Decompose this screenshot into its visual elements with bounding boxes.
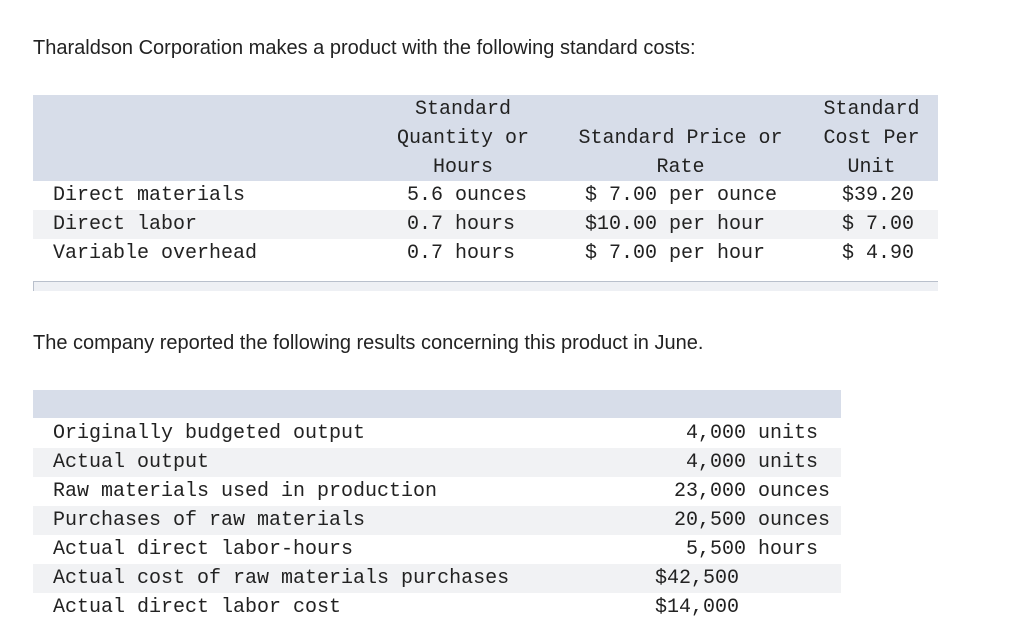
- row-cost: $39.20: [842, 184, 915, 207]
- table-footer-border: [33, 281, 938, 291]
- row-label: Purchases of raw materials: [53, 509, 366, 532]
- results-intro-text: The company reported the following resul…: [33, 332, 704, 354]
- row-quantity: 0.7 hours: [407, 213, 516, 236]
- row-value: 4,000 units: [686, 422, 819, 445]
- table-row: Actual direct labor cost $14,000: [33, 593, 841, 622]
- row-price: $10.00 per hour: [585, 213, 766, 236]
- row-label: Actual direct labor-hours: [53, 538, 354, 561]
- row-quantity: 0.7 hours: [407, 242, 516, 265]
- row-value: 20,500 ounces: [674, 509, 831, 532]
- header-quantity-line1: Standard: [414, 98, 511, 121]
- table-row: Direct materials 5.6 ounces $ 7.00 per o…: [33, 181, 938, 210]
- header-cost-line3: Unit: [847, 156, 896, 179]
- header-quantity-line3: Hours: [432, 156, 493, 179]
- row-item: Variable overhead: [53, 242, 258, 265]
- row-value: 5,500 hours: [686, 538, 819, 561]
- table-header: Standard Quantity or Hours Standard Pric…: [33, 95, 938, 181]
- table-header: [33, 390, 841, 418]
- standard-costs-table: Standard Quantity or Hours Standard Pric…: [33, 95, 938, 291]
- row-value: 4,000 units: [686, 451, 819, 474]
- row-quantity: 5.6 ounces: [407, 184, 528, 207]
- header-price-line1: Standard Price or: [578, 127, 783, 150]
- intro-text: Tharaldson Corporation makes a product w…: [33, 37, 696, 59]
- table-row: Purchases of raw materials 20,500 ounces: [33, 506, 841, 535]
- header-price-line2: Rate: [656, 156, 705, 179]
- row-label: Raw materials used in production: [53, 480, 438, 503]
- table-row: Raw materials used in production 23,000 …: [33, 477, 841, 506]
- row-value: $14,000: [655, 596, 740, 619]
- row-label: Originally budgeted output: [53, 422, 366, 445]
- row-cost: $ 4.90: [842, 242, 915, 265]
- row-label: Actual direct labor cost: [53, 596, 342, 619]
- table-row: Actual cost of raw materials purchases $…: [33, 564, 841, 593]
- header-quantity-line2: Quantity or: [396, 127, 530, 150]
- table-row: Variable overhead 0.7 hours $ 7.00 per h…: [33, 239, 938, 268]
- row-item: Direct materials: [53, 184, 246, 207]
- june-results-table: Originally budgeted output 4,000 units A…: [33, 390, 841, 622]
- row-cost: $ 7.00: [842, 213, 915, 236]
- row-item: Direct labor: [53, 213, 198, 236]
- row-value: $42,500: [655, 567, 740, 590]
- row-price: $ 7.00 per ounce: [585, 184, 778, 207]
- table-row: Actual direct labor-hours 5,500 hours: [33, 535, 841, 564]
- table-row: Originally budgeted output 4,000 units: [33, 419, 841, 448]
- row-label: Actual cost of raw materials purchases: [53, 567, 510, 590]
- row-value: 23,000 ounces: [674, 480, 831, 503]
- table-row: Direct labor 0.7 hours $10.00 per hour $…: [33, 210, 938, 239]
- header-cost-line1: Standard: [823, 98, 920, 121]
- table-row: Actual output 4,000 units: [33, 448, 841, 477]
- row-label: Actual output: [53, 451, 210, 474]
- row-price: $ 7.00 per hour: [585, 242, 766, 265]
- header-cost-line2: Cost Per: [823, 127, 920, 150]
